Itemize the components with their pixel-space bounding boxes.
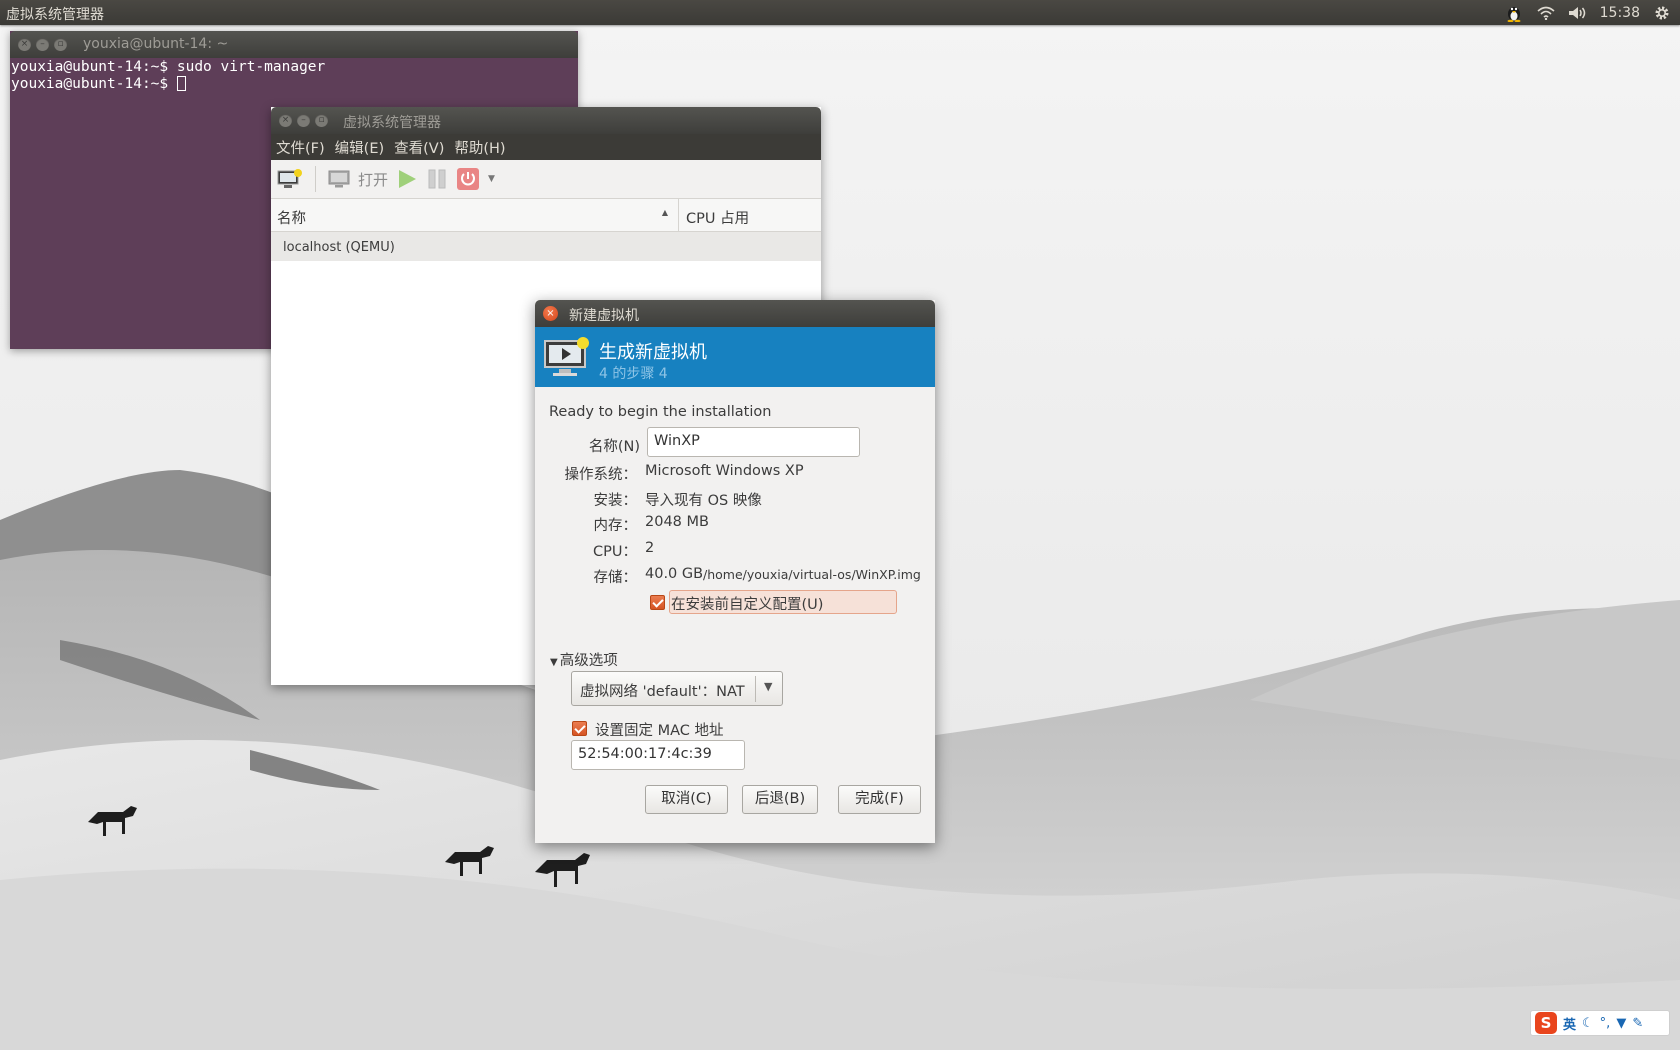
cpu-value: 2: [645, 540, 655, 556]
gear-icon[interactable]: [1652, 3, 1672, 23]
terminal-output[interactable]: youxia@ubunt-14:~$ sudo virt-manager youx…: [10, 58, 578, 94]
menu-edit[interactable]: 编辑(E): [335, 137, 384, 158]
run-button[interactable]: [396, 168, 418, 190]
storage-path: /home/youxia/virtual-os/WinXP.img: [703, 567, 921, 582]
menu-bar: 文件(F) 编辑(E) 查看(V) 帮助(H): [271, 134, 821, 160]
dialog-titlebar[interactable]: × 新建虚拟机: [535, 300, 935, 327]
pause-button[interactable]: [426, 168, 448, 190]
dialog-banner: 生成新虚拟机 4 的步骤 4: [535, 327, 935, 387]
clock[interactable]: 15:38: [1600, 5, 1640, 21]
pause-icon: [428, 169, 446, 189]
toolbar-separator: [315, 166, 316, 192]
new-vm-icon: [277, 169, 302, 188]
storage-label: 存储：: [593, 570, 638, 586]
triangle-down-icon: ▼: [550, 657, 558, 668]
ime-mode[interactable]: 英: [1563, 1014, 1576, 1033]
memory-label: 内存：: [593, 518, 638, 534]
install-label: 安装：: [593, 493, 638, 509]
connection-name: localhost (QEMU): [283, 240, 395, 255]
cpu-label: CPU：: [593, 544, 637, 560]
shutdown-menu-button[interactable]: ▼: [488, 174, 495, 184]
os-label: 操作系统：: [564, 467, 638, 483]
advanced-expander[interactable]: ▼ 高级选项: [550, 649, 618, 670]
column-name-label: 名称: [277, 211, 306, 227]
advanced-label: 高级选项: [559, 653, 618, 669]
new-vm-button[interactable]: [277, 168, 303, 190]
new-vm-dialog[interactable]: × 新建虚拟机 生成新虚拟机 4 的步骤 4 Ready to begin th…: [535, 300, 935, 843]
os-value: Microsoft Windows XP: [645, 463, 804, 479]
ime-toolbar[interactable]: S 英 ☾ °, ▼ ✎: [1530, 1010, 1670, 1036]
finish-button[interactable]: 完成(F): [838, 785, 921, 814]
maximize-icon[interactable]: ▫: [315, 114, 328, 127]
memory-value: 2048 MB: [645, 514, 709, 530]
menu-help[interactable]: 帮助(H): [454, 137, 505, 158]
close-icon[interactable]: ×: [279, 114, 292, 127]
ready-text: Ready to begin the installation: [549, 404, 772, 420]
connection-row[interactable]: localhost (QEMU): [271, 232, 821, 261]
name-label: 名称(N): [588, 439, 640, 455]
shutdown-button[interactable]: [456, 167, 480, 191]
terminal-line: youxia@ubunt-14:~$ sudo virt-manager: [11, 59, 326, 75]
new-vm-icon: [544, 337, 589, 376]
toolbar: 打开 ▼: [271, 160, 821, 199]
window-title: 虚拟系统管理器: [343, 115, 441, 131]
banner-title: 生成新虚拟机: [599, 342, 707, 363]
menu-view[interactable]: 查看(V): [394, 137, 444, 158]
banner-step: 4 的步骤 4: [599, 366, 668, 382]
moon-icon[interactable]: ☾: [1582, 1016, 1594, 1031]
vm-name-input[interactable]: WinXP: [647, 427, 860, 457]
punctuation-icon[interactable]: °,: [1600, 1016, 1611, 1031]
terminal-titlebar[interactable]: × – ▫ youxia@ubunt-14: ~: [10, 31, 578, 58]
network-select[interactable]: 虚拟网络 'default'：NAT ▼: [571, 671, 783, 706]
text-cursor: [176, 76, 186, 91]
chevron-down-icon: ▼: [764, 680, 773, 693]
wifi-icon[interactable]: [1536, 3, 1556, 23]
sogou-logo-icon[interactable]: S: [1535, 1012, 1557, 1034]
cancel-button[interactable]: 取消(C): [645, 785, 728, 814]
play-icon: [399, 170, 417, 188]
customize-label: 在安装前自定义配置(U): [671, 597, 824, 613]
close-icon[interactable]: ×: [543, 306, 558, 321]
column-cpu[interactable]: CPU 占用: [679, 199, 756, 231]
mac-checkbox[interactable]: [572, 721, 587, 736]
terminal-title: youxia@ubunt-14: ~: [83, 36, 229, 52]
open-label: 打开: [358, 170, 389, 189]
chevron-down-icon: ▼: [488, 174, 495, 184]
terminal-line: youxia@ubunt-14:~$: [11, 76, 177, 92]
minimize-icon[interactable]: –: [297, 114, 310, 127]
open-button[interactable]: 打开: [328, 169, 388, 190]
maximize-icon[interactable]: ▫: [54, 38, 67, 51]
install-value: 导入现有 OS 映像: [645, 493, 762, 509]
dialog-title: 新建虚拟机: [569, 308, 639, 324]
sort-ascending-icon: ▲: [661, 208, 668, 217]
menu-file[interactable]: 文件(F): [276, 137, 325, 158]
monitor-icon: [328, 170, 350, 188]
mac-checkbox-label[interactable]: 设置固定 MAC 地址: [595, 719, 724, 740]
customize-checkbox[interactable]: [650, 595, 665, 610]
vm-list-header: 名称 ▲ CPU 占用: [271, 199, 821, 232]
back-button[interactable]: 后退(B): [742, 785, 818, 814]
network-value: 虚拟网络 'default'：NAT: [580, 684, 745, 700]
volume-icon[interactable]: [1568, 3, 1588, 23]
shirt-icon[interactable]: ▼: [1616, 1016, 1626, 1031]
tux-icon[interactable]: [1504, 3, 1524, 23]
storage-size: 40.0 GB: [645, 566, 704, 582]
power-icon: [457, 168, 480, 190]
active-app-title: 虚拟系统管理器: [6, 7, 104, 23]
top-panel: 虚拟系统管理器 15:38: [0, 0, 1680, 25]
virt-manager-titlebar[interactable]: × – ▫ 虚拟系统管理器: [271, 107, 821, 134]
column-cpu-label: CPU 占用: [686, 211, 750, 227]
column-name[interactable]: 名称 ▲: [271, 199, 679, 231]
mac-address-input[interactable]: 52:54:00:17:4c:39: [571, 740, 745, 770]
system-tray: 15:38: [1504, 0, 1680, 25]
close-icon[interactable]: ×: [18, 38, 31, 51]
wrench-icon[interactable]: ✎: [1632, 1016, 1643, 1031]
minimize-icon[interactable]: –: [36, 38, 49, 51]
combo-divider: [755, 676, 756, 702]
